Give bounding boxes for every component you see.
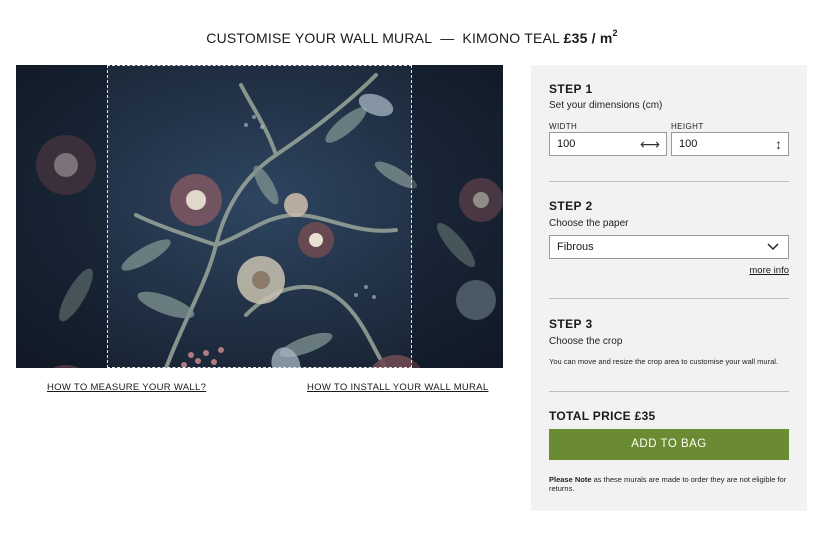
crop-area[interactable] (107, 65, 412, 368)
divider (549, 298, 789, 299)
how-to-measure-link[interactable]: HOW TO MEASURE YOUR WALL? (47, 382, 206, 393)
width-field[interactable]: ⟷ (549, 132, 667, 156)
width-label: WIDTH (549, 122, 578, 131)
step3-description: You can move and resize the crop area to… (549, 357, 779, 366)
step3-subtitle: Choose the crop (549, 336, 623, 347)
vertical-arrows-icon: ↕ (775, 136, 782, 152)
total-price: TOTAL PRICE £35 (549, 409, 656, 423)
crop-outside-right (412, 65, 503, 368)
price-per-m2: £35 / m2 (563, 28, 618, 46)
add-to-bag-button[interactable]: ADD TO BAG (549, 429, 789, 460)
more-info-link[interactable]: more info (749, 265, 789, 276)
step1-subtitle: Set your dimensions (cm) (549, 100, 663, 111)
step2-subtitle: Choose the paper (549, 218, 629, 229)
height-label: HEIGHT (671, 122, 704, 131)
chevron-down-icon (767, 243, 779, 251)
returns-note: Please Note as these murals are made to … (549, 475, 787, 493)
divider (549, 391, 789, 392)
height-input[interactable] (679, 138, 749, 150)
step3-title: STEP 3 (549, 317, 593, 331)
step2-title: STEP 2 (549, 199, 593, 213)
page-title: CUSTOMISE YOUR WALL MURAL — KIMONO TEAL £3… (0, 28, 824, 46)
paper-selected-value: Fibrous (557, 241, 594, 253)
crop-outside-left (16, 65, 107, 368)
divider (549, 181, 789, 182)
product-name: KIMONO TEAL (462, 30, 560, 46)
how-to-install-link[interactable]: HOW TO INSTALL YOUR WALL MURAL (307, 382, 488, 393)
width-input[interactable] (557, 138, 627, 150)
mural-preview[interactable] (16, 65, 503, 368)
page-title-prefix: CUSTOMISE YOUR WALL MURAL (206, 30, 433, 46)
title-separator: — (440, 30, 455, 46)
height-field[interactable]: ↕ (671, 132, 789, 156)
step1-title: STEP 1 (549, 82, 593, 96)
horizontal-arrows-icon: ⟷ (639, 136, 660, 152)
customise-panel: STEP 1 Set your dimensions (cm) WIDTH ⟷ … (531, 65, 807, 511)
paper-select[interactable]: Fibrous (549, 235, 789, 259)
